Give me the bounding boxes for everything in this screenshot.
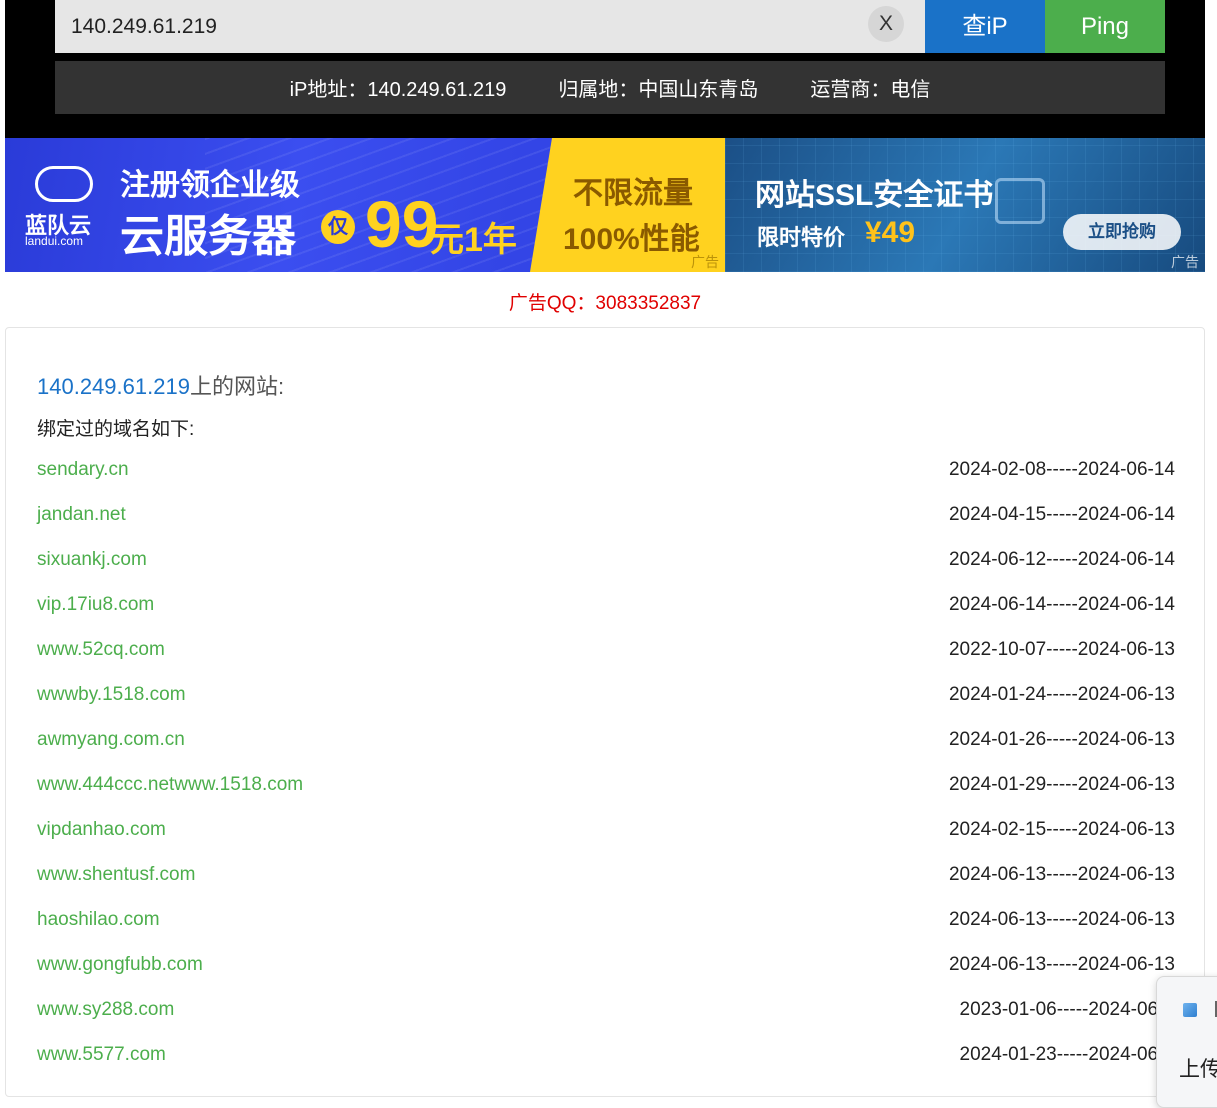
top-bar: X 查iP Ping iP地址：140.249.61.219 归属地：中国山东青… [5,0,1205,138]
search-input-wrapper: X [55,0,925,53]
upload-label: 上传 [1179,1058,1217,1081]
domain-row: vipdanhao.com 2024-02-15-----2024-06-13 [6,806,1206,851]
ad-only-badge: 仅 [321,210,355,244]
ad-label: 广告 [691,254,719,270]
domain-link[interactable]: wwwby.1518.com [37,684,186,706]
isp-text: 运营商：电信 [810,79,931,101]
domain-link[interactable]: www.444ccc.netwww.1518.com [37,774,303,796]
domain-date-range: 2024-06-13-----2024-06-13 [948,954,1175,975]
domain-link[interactable]: vipdanhao.com [37,819,166,841]
location-text: 归属地：中国山东青岛 [558,79,759,101]
domain-row: www.444ccc.netwww.1518.com 2024-01-29----… [6,761,1206,806]
domain-row: sixuankj.com 2024-06-12-----2024-06-14 [6,536,1206,581]
landui-logo: 蓝队云 landui.com [25,166,115,256]
ad-feature-1: 不限流量 [573,177,693,210]
ad-banner-row: 蓝队云 landui.com 注册领企业级 云服务器 仅 99 元1年 不限流量… [5,138,1205,272]
ad-feature-2: 100%性能 [563,223,700,256]
domain-row: jandan.net 2024-04-15-----2024-06-14 [6,491,1206,536]
domain-row: haoshilao.com 2024-06-13-----2024-06-13 [6,896,1206,941]
domain-date-range: 2024-01-23-----2024-06-1 [959,1044,1175,1065]
domain-list: sendary.cn 2024-02-08-----2024-06-14 janda… [6,446,1206,1076]
domain-date-range: 2024-06-13-----2024-06-13 [948,864,1175,885]
domain-row: www.52cq.com 2022-10-07-----2024-06-13 [6,626,1206,671]
buy-now-button[interactable]: 立即抢购 [1063,214,1181,250]
panel-title: 140.249.61.219上的网站: [37,369,284,401]
search-bar: X 查iP Ping [55,0,1165,53]
domain-date-range: 2024-06-12-----2024-06-14 [948,549,1175,570]
domain-link[interactable]: www.shentusf.com [37,864,195,886]
domain-date-range: 2023-01-06-----2024-06-1 [959,999,1175,1020]
domain-link[interactable]: sendary.cn [37,459,129,481]
domain-date-range: 2024-01-29-----2024-06-13 [948,774,1175,795]
ad-label: 广告 [1171,254,1199,270]
domain-link[interactable]: haoshilao.com [37,909,160,931]
ad-ssl-subtitle: 限时特价 [757,225,846,250]
ping-button[interactable]: Ping [1045,0,1165,53]
domain-date-range: 2024-01-24-----2024-06-13 [948,684,1175,705]
panel-subtitle: 绑定过的域名如下: [37,419,195,440]
ad-ssl-price: ¥49 [865,216,916,249]
domain-date-range: 2024-04-15-----2024-06-14 [948,504,1175,525]
domain-row: sendary.cn 2024-02-08-----2024-06-14 [6,446,1206,491]
ad-headline-1: 注册领企业级 [120,169,300,202]
ad-contact-qq: 广告QQ：3083352837 [508,293,702,314]
ad-price: 99 [365,187,439,261]
domain-list-panel: 140.249.61.219上的网站: 绑定过的域名如下: sendary.cn… [5,327,1205,1097]
query-ip-button[interactable]: 查iP [925,0,1045,53]
ad-brand-site: landui.com [25,234,84,248]
domain-date-range: 2022-10-07-----2024-06-13 [948,639,1175,660]
domain-row: awmyang.com.cn 2024-01-26-----2024-06-13 [6,716,1206,761]
ad-price-unit: 元1年 [430,221,517,259]
ip-search-input[interactable] [55,0,835,53]
domain-link[interactable]: www.gongfubb.com [37,954,203,976]
domain-date-range: 2024-02-15-----2024-06-13 [948,819,1175,840]
ad-ssl-title: 网站SSL安全证书 [755,179,994,212]
panel-title-suffix: 上的网站: [189,374,285,399]
domain-row: vip.17iu8.com 2024-06-14-----2024-06-14 [6,581,1206,626]
domain-link[interactable]: sixuankj.com [37,549,147,571]
domain-link[interactable]: jandan.net [37,504,126,526]
domain-link[interactable]: awmyang.com.cn [37,729,185,751]
ip-address-text: iP地址：140.249.61.219 [289,79,507,101]
domain-row: www.sy288.com 2023-01-06-----2024-06-1 [6,986,1206,1031]
image-icon [1183,1003,1197,1017]
ssl-certificate-ad[interactable]: 网站SSL安全证书 限时特价 ¥49 立即抢购 广告 [725,138,1205,272]
cloud-icon [35,166,93,202]
domain-link[interactable]: www.sy288.com [37,999,174,1021]
clear-search-button[interactable]: X [868,6,904,42]
domain-link[interactable]: www.52cq.com [37,639,165,661]
cloud-server-ad[interactable]: 蓝队云 landui.com 注册领企业级 云服务器 仅 99 元1年 不限流量… [5,138,725,272]
domain-date-range: 2024-02-08-----2024-06-14 [948,459,1175,480]
domain-date-range: 2024-06-14-----2024-06-14 [948,594,1175,615]
domain-row: www.gongfubb.com 2024-06-13-----2024-06-1… [6,941,1206,986]
domain-link[interactable]: www.5577.com [37,1044,166,1066]
domain-date-range: 2024-06-13-----2024-06-13 [948,909,1175,930]
domain-row: wwwby.1518.com 2024-01-24-----2024-06-13 [6,671,1206,716]
lock-icon [995,178,1045,224]
domain-row: www.5577.com 2024-01-23-----2024-06-1 [6,1031,1206,1076]
panel-title-ip: 140.249.61.219 [37,374,190,399]
domain-row: www.shentusf.com 2024-06-13-----2024-06-1… [6,851,1206,896]
ip-info-bar: iP地址：140.249.61.219 归属地：中国山东青岛 运营商：电信 [55,61,1165,114]
upload-popup[interactable]: 上传 [1156,976,1217,1108]
domain-date-range: 2024-01-26-----2024-06-13 [948,729,1175,750]
domain-link[interactable]: vip.17iu8.com [37,594,154,616]
ad-headline-2: 云服务器 [120,212,296,261]
